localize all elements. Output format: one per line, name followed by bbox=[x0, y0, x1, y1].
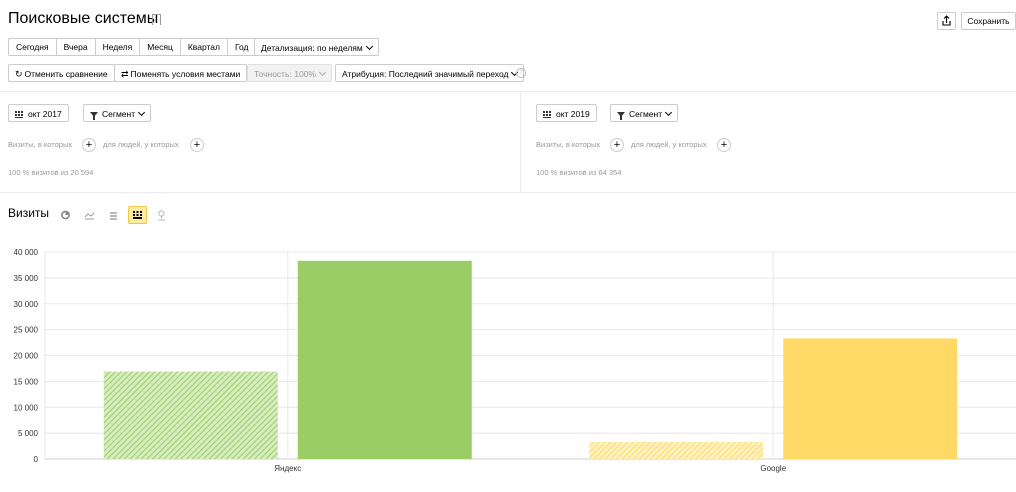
chevron-down-icon bbox=[318, 68, 326, 77]
period-selector: Сегодня Вчера Неделя Месяц Квартал Год bbox=[8, 38, 257, 56]
map-pin-icon bbox=[158, 210, 165, 221]
pie-chart-icon bbox=[61, 210, 70, 220]
visits-title: Визиты bbox=[8, 206, 50, 220]
bar-yandex-oct-2017[interactable] bbox=[103, 371, 278, 459]
area-chart-icon bbox=[110, 212, 117, 220]
accuracy-dropdown[interactable]: Точность: 100% bbox=[247, 64, 332, 82]
segment-dropdown-2[interactable]: Сегмент bbox=[610, 104, 679, 122]
chevron-down-icon bbox=[665, 108, 673, 117]
y-tick-label: 35 000 bbox=[14, 274, 39, 283]
y-tick-label: 20 000 bbox=[14, 352, 39, 361]
y-tick-label: 30 000 bbox=[14, 300, 39, 309]
period-quarter[interactable]: Квартал bbox=[179, 38, 228, 56]
detail-dropdown[interactable]: Детализация: по неделям bbox=[254, 38, 379, 56]
save-button-label: Сохранить bbox=[967, 16, 1010, 26]
date-label-1: окт 2017 bbox=[28, 109, 62, 119]
attribution-dropdown[interactable]: Атрибуция: Последний значимый переход bbox=[335, 64, 525, 82]
share-button[interactable] bbox=[937, 12, 956, 30]
chart-type-line[interactable] bbox=[80, 206, 99, 224]
period-today[interactable]: Сегодня bbox=[8, 38, 57, 56]
date-picker-1[interactable]: окт 2017 bbox=[8, 104, 69, 122]
add-visit-condition-1[interactable]: + bbox=[82, 138, 96, 152]
period-week[interactable]: Неделя bbox=[94, 38, 141, 56]
share-icon bbox=[942, 15, 951, 26]
calendar-icon bbox=[15, 111, 23, 118]
period-year[interactable]: Год bbox=[226, 38, 257, 56]
divider bbox=[0, 192, 1016, 193]
chart-type-bar[interactable] bbox=[128, 206, 147, 224]
add-user-condition-1[interactable]: + bbox=[190, 138, 204, 152]
y-tick-label: 0 bbox=[34, 455, 39, 464]
calendar-icon bbox=[543, 111, 551, 118]
chart-type-map[interactable] bbox=[152, 206, 171, 224]
y-tick-label: 10 000 bbox=[14, 403, 39, 412]
divider bbox=[0, 91, 1016, 92]
add-visit-condition-2[interactable]: + bbox=[610, 138, 624, 152]
refresh-icon: ↻ bbox=[15, 69, 23, 79]
y-tick-label: 40 000 bbox=[14, 248, 39, 257]
segment-label-2: Сегмент bbox=[629, 109, 663, 119]
cancel-compare-button[interactable]: ↻ Отменить сравнение bbox=[8, 64, 115, 82]
chart-type-pie[interactable] bbox=[56, 206, 75, 224]
bar-google-oct-2017[interactable] bbox=[589, 441, 764, 459]
date-picker-2[interactable]: окт 2019 bbox=[536, 104, 597, 122]
period-month[interactable]: Месяц bbox=[139, 38, 181, 56]
bar-yandex-oct-2019[interactable] bbox=[297, 260, 472, 459]
cancel-compare-label: Отменить сравнение bbox=[24, 69, 108, 79]
segment-label-1: Сегмент bbox=[102, 109, 136, 119]
bar-google-oct-2019[interactable] bbox=[783, 338, 958, 459]
info-icon[interactable]: ? bbox=[516, 68, 526, 78]
people-who-label-1: для людей, у которых bbox=[103, 140, 179, 149]
chevron-down-icon bbox=[138, 108, 146, 117]
segment-divider bbox=[520, 92, 521, 192]
visits-where-label-1: Визиты, в которых bbox=[8, 140, 73, 149]
people-who-label-2: для людей, у которых bbox=[631, 140, 707, 149]
filter-icon bbox=[617, 112, 625, 120]
swap-conditions-label: Поменять условия местами bbox=[130, 69, 241, 79]
page-title: Поисковые системы bbox=[8, 10, 159, 27]
y-tick-label: 5 000 bbox=[18, 429, 39, 438]
y-tick-label: 15 000 bbox=[14, 377, 39, 386]
segment-dropdown-1[interactable]: Сегмент bbox=[83, 104, 152, 122]
accuracy-label: Точность: 100% bbox=[254, 69, 316, 79]
add-user-condition-2[interactable]: + bbox=[717, 138, 731, 152]
swap-icon: ⇄ bbox=[121, 69, 129, 79]
bar-chart-icon bbox=[133, 211, 142, 219]
chevron-down-icon bbox=[365, 42, 373, 51]
x-category-label: Google bbox=[760, 464, 786, 473]
chart-type-area[interactable] bbox=[104, 206, 123, 224]
x-category-label: Яндекс bbox=[274, 464, 301, 473]
line-chart-icon bbox=[84, 212, 95, 220]
bookmark-icon[interactable] bbox=[152, 14, 161, 29]
filter-icon bbox=[90, 112, 98, 120]
date-label-2: окт 2019 bbox=[556, 109, 590, 119]
swap-conditions-button[interactable]: ⇄ Поменять условия местами bbox=[114, 64, 248, 82]
detail-label: Детализация: по неделям bbox=[261, 43, 363, 53]
y-tick-label: 25 000 bbox=[14, 326, 39, 335]
period-yesterday[interactable]: Вчера bbox=[55, 38, 96, 56]
segment-summary-2: 100 % визитов из 64 354 bbox=[536, 168, 622, 177]
attribution-label: Атрибуция: Последний значимый переход bbox=[342, 69, 509, 79]
segment-summary-1: 100 % визитов из 20 594 bbox=[8, 168, 94, 177]
visits-where-label-2: Визиты, в которых bbox=[536, 140, 601, 149]
save-button[interactable]: Сохранить bbox=[961, 12, 1016, 30]
